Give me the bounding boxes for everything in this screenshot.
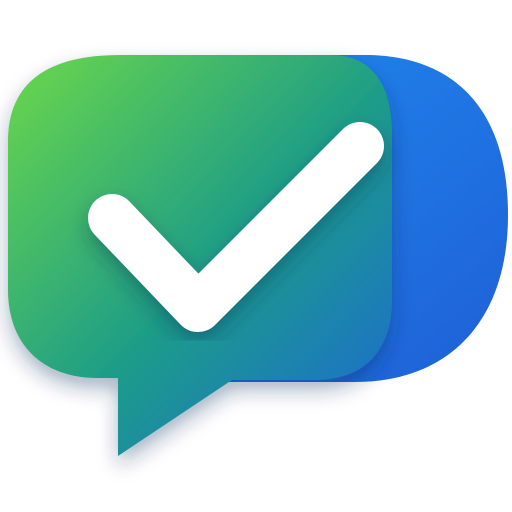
front-bubble-shape [8, 55, 392, 456]
front-bubble [8, 55, 392, 456]
app-icon [0, 0, 512, 512]
chat-check-icon [8, 55, 508, 456]
